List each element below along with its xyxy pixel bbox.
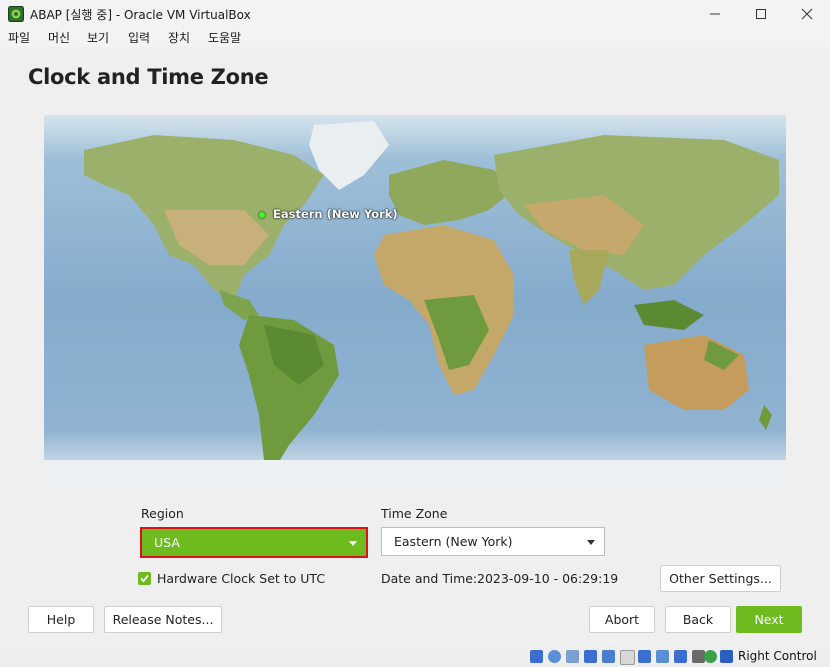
network-icon[interactable]	[584, 650, 597, 663]
host-key-label: Right Control	[738, 649, 817, 663]
menu-machine[interactable]: 머신	[48, 29, 70, 46]
menu-input[interactable]: 입력	[128, 29, 150, 46]
usb-icon[interactable]	[602, 650, 615, 663]
hardware-clock-checkbox[interactable]	[138, 572, 151, 585]
back-button[interactable]: Back	[665, 606, 731, 633]
dropdown-arrow-icon	[349, 541, 357, 546]
close-icon[interactable]	[784, 0, 830, 27]
world-map-graphic	[44, 121, 786, 485]
window-title: ABAP [실행 중] - Oracle VM VirtualBox	[30, 8, 251, 22]
menu-devices[interactable]: 장치	[168, 29, 190, 46]
menu-file[interactable]: 파일	[8, 29, 30, 46]
timezone-marker[interactable]	[259, 212, 265, 218]
menu-bar: 파일 머신 보기 입력 장치 도움말	[0, 27, 830, 47]
shared-folders-icon[interactable]	[620, 650, 635, 665]
recording-icon[interactable]	[656, 650, 669, 663]
help-button[interactable]: Help	[28, 606, 94, 633]
datetime-value: 2023-09-10 - 06:29:19	[477, 571, 619, 586]
page-title: Clock and Time Zone	[28, 65, 269, 89]
virtualbox-icon	[8, 6, 24, 22]
minimize-icon[interactable]	[692, 0, 738, 27]
installer-page: Clock and Time Zone Eastern (New York) R…	[0, 47, 830, 646]
dropdown-arrow-icon	[587, 540, 595, 545]
window-titlebar: ABAP [실행 중] - Oracle VM VirtualBox	[0, 0, 830, 27]
keyboard-capture-icon[interactable]	[720, 650, 733, 663]
menu-view[interactable]: 보기	[87, 29, 109, 46]
abort-button[interactable]: Abort	[589, 606, 655, 633]
display-icon[interactable]	[638, 650, 651, 663]
audio-icon[interactable]	[566, 650, 579, 663]
region-value: USA	[154, 535, 180, 550]
datetime-label: Date and Time:	[381, 571, 478, 586]
checkmark-icon	[140, 574, 149, 583]
vm-status-bar: Right Control	[0, 646, 830, 667]
hard-disk-icon[interactable]	[530, 650, 543, 663]
other-settings-button[interactable]: Other Settings...	[660, 565, 781, 592]
release-notes-button[interactable]: Release Notes...	[104, 606, 222, 633]
next-button[interactable]: Next	[736, 606, 802, 633]
menu-help[interactable]: 도움말	[208, 29, 241, 46]
optical-drive-icon[interactable]	[548, 650, 561, 663]
region-dropdown[interactable]: USA	[140, 527, 368, 558]
timezone-marker-label: Eastern (New York)	[273, 207, 398, 221]
maximize-icon[interactable]	[738, 0, 784, 27]
timezone-world-map[interactable]: Eastern (New York)	[44, 115, 786, 485]
timezone-label: Time Zone	[381, 506, 448, 521]
timezone-dropdown[interactable]: Eastern (New York)	[381, 527, 605, 556]
virtualization-icon[interactable]	[704, 650, 717, 663]
timezone-value: Eastern (New York)	[394, 534, 513, 549]
cpu-icon[interactable]	[674, 650, 687, 663]
hardware-clock-label[interactable]: Hardware Clock Set to UTC	[157, 571, 325, 586]
region-label: Region	[141, 506, 184, 521]
